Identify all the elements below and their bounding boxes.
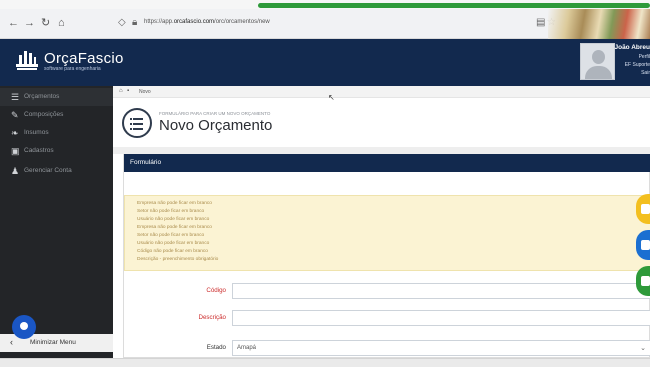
user-name: João Abreu [614, 44, 650, 51]
estado-label: Estado [206, 344, 226, 351]
page-subtitle: FORMULÁRIO PARA CRIAR UM NOVO ORÇAMENTO [159, 111, 271, 116]
alert-message: Usuário não pode ficar em branco [137, 241, 210, 246]
lock-icon: 🔒︎ [132, 17, 138, 28]
sidebar-item-label: Orçamentos [24, 93, 60, 100]
floating-green-button[interactable] [636, 266, 650, 296]
form-panel: Formulário Empresa não pode ficar em bra… [123, 154, 650, 358]
home-icon[interactable]: ⌂ [119, 88, 123, 94]
breadcrumb-current: Novo [139, 89, 151, 95]
sidebar-item-insumos[interactable]: ❧ Insumos [0, 124, 113, 142]
sidebar-item-gerenciar-conta[interactable]: ♟ Gerenciar Conta [0, 162, 113, 180]
reload-icon[interactable]: ↻ [41, 17, 50, 29]
reader-icon[interactable]: ▤ [536, 17, 545, 28]
logout-link[interactable]: Sair [641, 70, 650, 76]
descricao-label: Descrição [198, 314, 226, 321]
breadcrumb: ⌂ ▪ Novo [113, 86, 650, 98]
form-panel-title: Formulário [130, 159, 162, 166]
codigo-label: Código [206, 287, 226, 294]
leaf-icon: ❧ [11, 128, 19, 138]
descricao-input[interactable] [232, 310, 650, 326]
pencil-icon: ✎ [11, 110, 19, 120]
alert-message: Empresa não pode ficar em branco [137, 201, 212, 206]
screen: ← → ↻ ⌂ ◇ 🔒︎ https://app.orcafascio.com/… [0, 0, 650, 367]
back-icon[interactable]: ← [8, 17, 19, 29]
floating-yellow-button[interactable] [636, 194, 650, 224]
divider [113, 147, 650, 154]
alert-message: Descrição - preenchimento obrigatório [137, 257, 219, 262]
sidebar-item-composicoes[interactable]: ✎ Composições [0, 106, 113, 124]
validation-alert: Empresa não pode ficar em branco Setor n… [124, 195, 650, 271]
brand-tagline: software para engenharia [44, 66, 101, 72]
logo-icon [16, 51, 38, 70]
support-link[interactable]: EF Suporte [625, 62, 650, 68]
sidebar-item-label: Gerenciar Conta [24, 167, 72, 174]
page-title: Novo Orçamento [159, 117, 273, 134]
progress-bar [258, 3, 650, 8]
sidebar-item-orcamentos[interactable]: ☰ Orçamentos [0, 88, 113, 106]
alert-message: Empresa não pode ficar em branco [137, 225, 212, 230]
form-list-icon [122, 108, 152, 138]
sidebar: ☰ Orçamentos ✎ Composições ❧ Insumos ▣ C… [0, 86, 113, 358]
sidebar-item-label: Composições [24, 111, 64, 118]
address-bar[interactable]: ◇ 🔒︎ https://app.orcafascio.com/orc/orca… [112, 15, 512, 33]
browser-toolbar: ← → ↻ ⌂ ◇ 🔒︎ https://app.orcafascio.com/… [0, 9, 650, 39]
form-panel-header: Formulário [124, 154, 650, 172]
alert-message: Código não pode ficar em branco [137, 249, 208, 254]
codigo-input[interactable] [232, 283, 650, 299]
floating-blue-button[interactable] [636, 230, 650, 260]
bottom-scrollbar[interactable] [0, 358, 650, 367]
estado-selected-value: Amapá [237, 345, 257, 351]
app-header: OrçaFascio software para engenharia João… [0, 39, 650, 86]
alert-message: Usuário não pode ficar em branco [137, 217, 210, 222]
folder-icon: ▪ [127, 88, 130, 94]
chevron-down-icon: ⌄ [640, 345, 646, 352]
profile-link[interactable]: Perfil [639, 54, 650, 60]
chevron-left-icon: ‹ [10, 337, 13, 347]
browser-theme-image [548, 9, 650, 39]
sidebar-item-label: Insumos [24, 129, 49, 136]
mouse-cursor-icon: ↖ [328, 93, 335, 102]
alert-message: Setor não pode ficar em branco [137, 233, 205, 238]
main-content: ⌂ ▪ Novo ↖ FORMULÁRIO PARA CRIAR UM NOVO… [113, 86, 650, 358]
list-icon: ☰ [11, 92, 20, 102]
brand-name[interactable]: OrçaFascio [44, 50, 124, 67]
alert-message: Setor não pode ficar em branco [137, 209, 205, 214]
top-progress-strip [0, 0, 650, 9]
shield-icon: ◇ [118, 17, 126, 28]
url-text: https://app.orcafascio.com/orc/orcamento… [144, 19, 270, 25]
estado-select[interactable]: Amapá ⌄ [232, 340, 650, 356]
forward-icon[interactable]: → [24, 17, 35, 29]
chat-widget-button[interactable] [12, 315, 36, 339]
home-icon[interactable]: ⌂ [58, 17, 65, 29]
minimize-menu-label: Minimizar Menu [30, 339, 76, 346]
sidebar-item-label: Cadastros [24, 147, 54, 154]
user-icon: ♟ [11, 166, 20, 176]
briefcase-icon: ▣ [11, 146, 20, 156]
sidebar-item-cadastros[interactable]: ▣ Cadastros [0, 142, 113, 160]
avatar[interactable] [580, 43, 615, 80]
chat-icon [20, 322, 28, 330]
